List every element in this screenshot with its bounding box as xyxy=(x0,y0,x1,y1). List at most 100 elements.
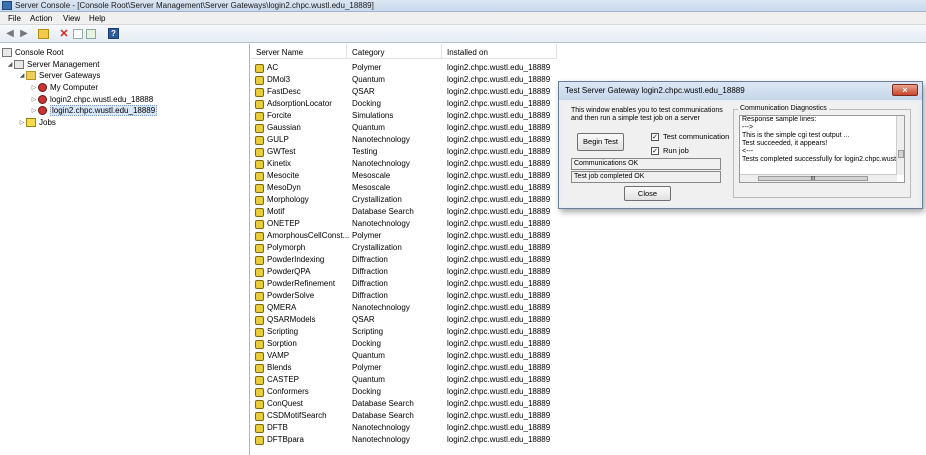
gateway-icon xyxy=(38,95,47,104)
server-name-cell: GWTest xyxy=(267,147,296,156)
server-name-cell: DFTB xyxy=(267,423,288,432)
server-name-cell: AmorphousCellConst... xyxy=(267,231,350,240)
test-communication-checkbox[interactable]: ✓ Test communication xyxy=(651,132,729,141)
collapse-arrow-icon[interactable]: ◢ xyxy=(18,72,26,79)
table-row[interactable]: PowderRefinement Diffraction login2.chpc.w… xyxy=(251,278,811,290)
installed-on-cell: login2.chpc.wustl.edu_18889 xyxy=(447,435,551,444)
table-row[interactable]: DFTB Nanotechnology login2.chpc.wustl.edu_… xyxy=(251,422,811,434)
server-name-cell: PowderIndexing xyxy=(267,255,325,264)
server-name-cell: Motif xyxy=(267,207,285,216)
refresh-icon[interactable] xyxy=(86,29,96,39)
table-row[interactable]: PowderQPA Diffraction login2.chpc.wustl.ed… xyxy=(251,266,811,278)
tree-item-gateway-18889[interactable]: ▷ login2.chpc.wustl.edu_18889 xyxy=(30,105,158,116)
server-icon xyxy=(255,124,264,133)
tree-item-jobs[interactable]: ▷ Jobs xyxy=(18,117,56,128)
menu-action[interactable]: Action xyxy=(30,14,52,23)
expand-arrow-icon[interactable]: ▷ xyxy=(30,107,38,114)
scrollbar-thumb[interactable] xyxy=(898,150,904,158)
table-row[interactable]: Scripting Scripting login2.chpc.wustl.edu_… xyxy=(251,326,811,338)
column-header-installed-on[interactable]: Installed on xyxy=(442,44,557,59)
server-icon xyxy=(255,292,264,301)
server-name-cell: AC xyxy=(267,63,279,72)
back-arrow-icon[interactable]: ◀ xyxy=(4,28,16,40)
server-name-cell: Gaussian xyxy=(267,123,301,132)
close-button[interactable]: Close xyxy=(624,186,671,201)
tree-item-server-gateways[interactable]: ◢ Server Gateways xyxy=(18,70,100,81)
table-row[interactable]: CSDMotifSearch Database Search login2.chpc… xyxy=(251,410,811,422)
tree-item-console-root[interactable]: Console Root xyxy=(2,47,63,58)
expand-arrow-icon[interactable]: ▷ xyxy=(30,96,38,103)
category-cell: QSAR xyxy=(352,315,375,324)
server-icon xyxy=(255,172,264,181)
close-icon[interactable]: × xyxy=(892,84,918,96)
category-cell: Quantum xyxy=(352,351,385,360)
server-icon xyxy=(255,388,264,397)
table-row[interactable]: ONETEP Nanotechnology login2.chpc.wustl.ed… xyxy=(251,218,811,230)
check-mark-icon[interactable]: ✓ xyxy=(651,132,659,141)
collapse-arrow-icon[interactable]: ◢ xyxy=(6,61,14,68)
diagnostics-textbox[interactable]: Response sample lines: ---> This is the … xyxy=(739,115,905,183)
up-folder-icon[interactable] xyxy=(38,29,49,39)
table-row[interactable]: PowderIndexing Diffraction login2.chpc.wus… xyxy=(251,254,811,266)
diagnostics-vertical-scrollbar[interactable] xyxy=(896,116,904,175)
server-icon xyxy=(255,280,264,289)
forward-arrow-icon[interactable]: ▶ xyxy=(18,28,30,40)
check-mark-icon[interactable]: ✓ xyxy=(651,146,659,155)
table-row[interactable]: Blends Polymer login2.chpc.wustl.edu_18889 xyxy=(251,362,811,374)
category-cell: Database Search xyxy=(352,411,414,420)
server-icon xyxy=(255,340,264,349)
menu-view[interactable]: View xyxy=(63,14,80,23)
delete-icon[interactable]: ✕ xyxy=(58,28,70,40)
run-job-checkbox[interactable]: ✓ Run job xyxy=(651,146,689,155)
tree-item-my-computer[interactable]: ▷ My Computer xyxy=(30,82,98,93)
installed-on-cell: login2.chpc.wustl.edu_18889 xyxy=(447,183,551,192)
installed-on-cell: login2.chpc.wustl.edu_18889 xyxy=(447,87,551,96)
toolbar: ◀ ▶ ✕ ? xyxy=(0,25,926,43)
begin-test-button[interactable]: Begin Test xyxy=(577,133,624,151)
category-cell: Nanotechnology xyxy=(352,435,410,444)
diagnostics-horizontal-scrollbar[interactable]: III xyxy=(740,174,897,182)
table-row[interactable]: ConQuest Database Search login2.chpc.wustl… xyxy=(251,398,811,410)
table-row[interactable]: CASTEP Quantum login2.chpc.wustl.edu_18889 xyxy=(251,374,811,386)
installed-on-cell: login2.chpc.wustl.edu_18889 xyxy=(447,399,551,408)
table-row[interactable]: DFTBpara Nanotechnology login2.chpc.wustl.… xyxy=(251,434,811,446)
server-icon xyxy=(255,424,264,433)
category-cell: Quantum xyxy=(352,75,385,84)
checkbox-label: Test communication xyxy=(663,132,730,141)
installed-on-cell: login2.chpc.wustl.edu_18889 xyxy=(447,219,551,228)
table-row[interactable]: VAMP Quantum login2.chpc.wustl.edu_18889 xyxy=(251,350,811,362)
server-name-cell: DMol3 xyxy=(267,75,291,84)
table-row[interactable]: Conformers Docking login2.chpc.wustl.edu_1… xyxy=(251,386,811,398)
table-row[interactable]: QMERA Nanotechnology login2.chpc.wustl.edu… xyxy=(251,302,811,314)
category-cell: Docking xyxy=(352,339,381,348)
column-header-server-name[interactable]: Server Name xyxy=(251,44,347,59)
diagnostics-line: Tests completed successfully for login2.… xyxy=(742,156,904,163)
installed-on-cell: login2.chpc.wustl.edu_18889 xyxy=(447,63,551,72)
scrollbar-thumb[interactable]: III xyxy=(758,176,868,182)
expand-arrow-icon[interactable]: ▷ xyxy=(18,119,26,126)
category-cell: QSAR xyxy=(352,87,375,96)
installed-on-cell: login2.chpc.wustl.edu_18889 xyxy=(447,387,551,396)
table-row[interactable]: AmorphousCellConst... Polymer login2.chpc.… xyxy=(251,230,811,242)
table-row[interactable]: Polymorph Crystallization login2.chpc.wust… xyxy=(251,242,811,254)
table-row[interactable]: Sorption Docking login2.chpc.wustl.edu_188… xyxy=(251,338,811,350)
installed-on-cell: login2.chpc.wustl.edu_18889 xyxy=(447,363,551,372)
table-row[interactable]: QSARModels QSAR login2.chpc.wustl.edu_1888… xyxy=(251,314,811,326)
menu-file[interactable]: File xyxy=(8,14,21,23)
category-cell: Database Search xyxy=(352,207,414,216)
dialog-title: Test Server Gateway login2.chpc.wustl.ed… xyxy=(565,86,745,95)
table-row[interactable]: PowderSolve Diffraction login2.chpc.wustl.… xyxy=(251,290,811,302)
help-icon[interactable]: ? xyxy=(108,28,119,39)
column-header-category[interactable]: Category xyxy=(347,44,442,59)
properties-icon[interactable] xyxy=(73,29,83,39)
menu-help[interactable]: Help xyxy=(89,14,105,23)
tree-item-label: login2.chpc.wustl.edu_18888 xyxy=(50,95,154,104)
expand-arrow-icon[interactable]: ▷ xyxy=(30,84,38,91)
tree-item-gateway-18888[interactable]: ▷ login2.chpc.wustl.edu_18888 xyxy=(30,94,153,105)
tree-item-server-management[interactable]: ◢ Server Management xyxy=(6,59,99,70)
installed-on-cell: login2.chpc.wustl.edu_18889 xyxy=(447,423,551,432)
server-name-cell: Sorption xyxy=(267,339,297,348)
installed-on-cell: login2.chpc.wustl.edu_18889 xyxy=(447,267,551,276)
category-cell: Nanotechnology xyxy=(352,303,410,312)
table-row[interactable]: AC Polymer login2.chpc.wustl.edu_18889 xyxy=(251,62,811,74)
